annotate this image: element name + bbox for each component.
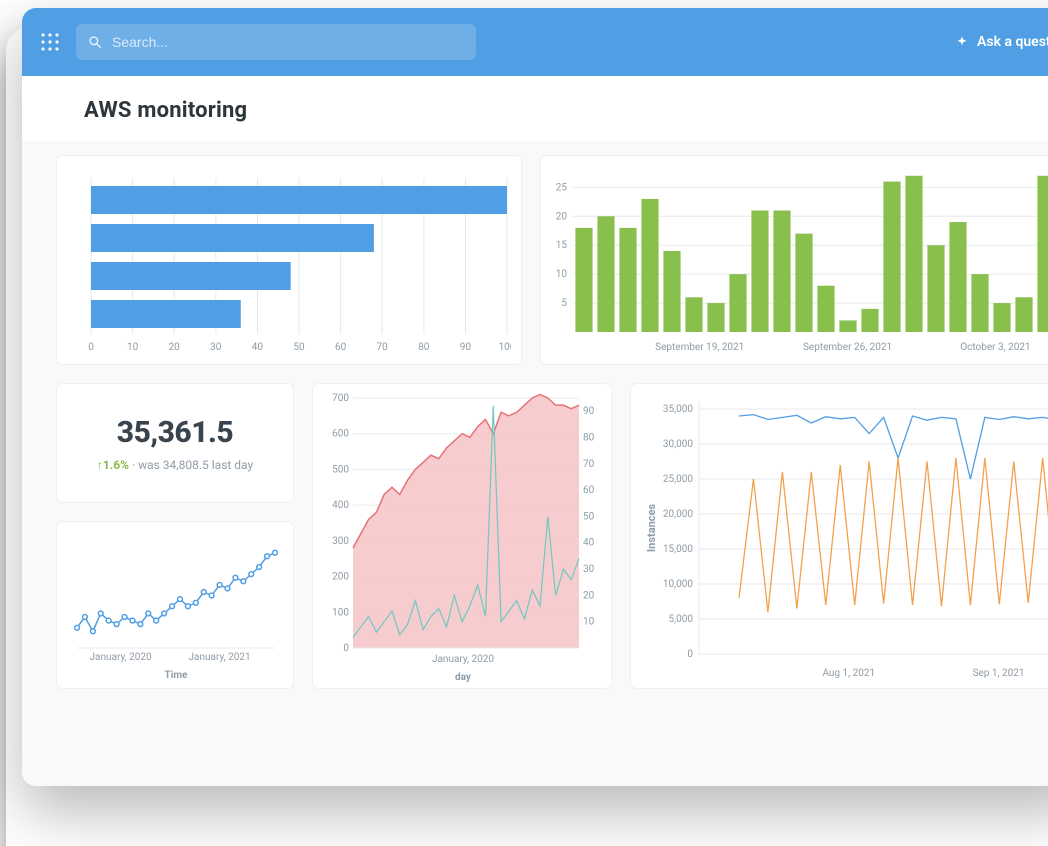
svg-text:Aug 1, 2021: Aug 1, 2021 <box>822 668 875 679</box>
svg-text:80: 80 <box>583 432 595 443</box>
svg-text:20,000: 20,000 <box>663 509 693 520</box>
ask-a-question-label: Ask a question <box>977 34 1048 50</box>
kpi-subtext: 1.6% · was 34,808.5 last day <box>97 458 253 472</box>
svg-text:70: 70 <box>377 342 389 353</box>
svg-text:0: 0 <box>343 643 349 654</box>
svg-text:25,000: 25,000 <box>663 474 693 485</box>
svg-text:Time: Time <box>165 670 189 681</box>
svg-text:500: 500 <box>332 464 349 475</box>
svg-text:60: 60 <box>583 485 595 496</box>
svg-text:50: 50 <box>583 511 595 522</box>
svg-text:200: 200 <box>332 572 349 583</box>
svg-text:700: 700 <box>332 393 349 404</box>
svg-text:40: 40 <box>252 342 264 353</box>
search-icon <box>88 35 102 49</box>
svg-text:20: 20 <box>556 211 568 222</box>
svg-text:25: 25 <box>556 182 568 193</box>
svg-text:Instances: Instances <box>645 504 658 552</box>
svg-text:January, 2021: January, 2021 <box>189 652 251 663</box>
svg-text:100: 100 <box>332 607 349 618</box>
card-sparkline[interactable]: January, 2020 January, 2021Time <box>56 521 294 689</box>
svg-text:September 19, 2021: September 19, 2021 <box>655 342 744 353</box>
svg-text:80: 80 <box>418 342 430 353</box>
svg-text:300: 300 <box>332 536 349 547</box>
svg-text:5,000: 5,000 <box>669 614 694 625</box>
svg-text:30,000: 30,000 <box>663 439 693 450</box>
svg-text:October 3, 2021: October 3, 2021 <box>960 342 1030 353</box>
dashboard-grid: 0102030405060708090100 510152025Septembe… <box>22 141 1048 786</box>
svg-text:January, 2020: January, 2020 <box>432 654 494 665</box>
svg-text:10,000: 10,000 <box>663 579 693 590</box>
page-title: AWS monitoring <box>84 98 1048 123</box>
card-green-bars[interactable]: 5 10 15 20 25 September 19, 2021 September 26,… <box>540 155 1048 365</box>
topbar: Ask a question <box>22 8 1048 76</box>
svg-text:600: 600 <box>332 429 349 440</box>
svg-text:January, 2020: January, 2020 <box>90 652 152 663</box>
global-search[interactable] <box>76 24 476 60</box>
svg-text:10: 10 <box>556 269 568 280</box>
svg-text:40: 40 <box>583 538 595 549</box>
svg-text:0: 0 <box>687 649 693 660</box>
svg-text:30: 30 <box>210 342 222 353</box>
svg-text:60: 60 <box>335 342 347 353</box>
svg-text:0: 0 <box>88 342 94 353</box>
svg-text:35,000: 35,000 <box>663 404 693 415</box>
svg-text:400: 400 <box>332 500 349 511</box>
svg-text:5: 5 <box>561 298 567 309</box>
svg-text:10: 10 <box>127 342 139 353</box>
svg-text:90: 90 <box>583 406 595 417</box>
search-input[interactable] <box>110 33 464 51</box>
kpi-delta: 1.6% <box>97 458 129 472</box>
page-title-row: AWS monitoring <box>22 76 1048 141</box>
card-kpi[interactable]: 35,361.5 1.6% · was 34,808.5 last day <box>56 383 294 503</box>
svg-text:70: 70 <box>583 459 595 470</box>
svg-text:20: 20 <box>169 342 181 353</box>
svg-text:100: 100 <box>499 342 511 353</box>
svg-text:September 26, 2021: September 26, 2021 <box>803 342 892 353</box>
svg-text:90: 90 <box>460 342 472 353</box>
ask-a-question-button[interactable]: Ask a question <box>955 34 1048 50</box>
card-horizontal-bar[interactable]: 0 10 20 30 40 50 60 70 80 90 100 <box>56 155 522 365</box>
metabase-logo-icon <box>40 32 60 52</box>
svg-text:10: 10 <box>583 617 595 628</box>
kpi-value: 35,361.5 <box>117 415 233 450</box>
svg-text:Sep 1, 2021: Sep 1, 2021 <box>973 668 1025 679</box>
kpi-was: was 34,808.5 last day <box>138 458 253 472</box>
svg-text:day: day <box>455 672 472 682</box>
svg-text:15: 15 <box>556 240 568 251</box>
card-instances-line[interactable]: 0 5,000 10,000 15,000 20,000 25,000 30,000 35,0… <box>630 383 1048 689</box>
card-area-dual-axis[interactable]: 0 100 200 300 400 500 600 700 10 20 30 40 50 60 70 80 90… <box>312 383 612 689</box>
plus-star-icon <box>955 35 969 49</box>
svg-text:15,000: 15,000 <box>663 544 693 555</box>
svg-text:20: 20 <box>583 590 595 601</box>
svg-text:30: 30 <box>583 564 595 575</box>
svg-text:50: 50 <box>293 342 305 353</box>
